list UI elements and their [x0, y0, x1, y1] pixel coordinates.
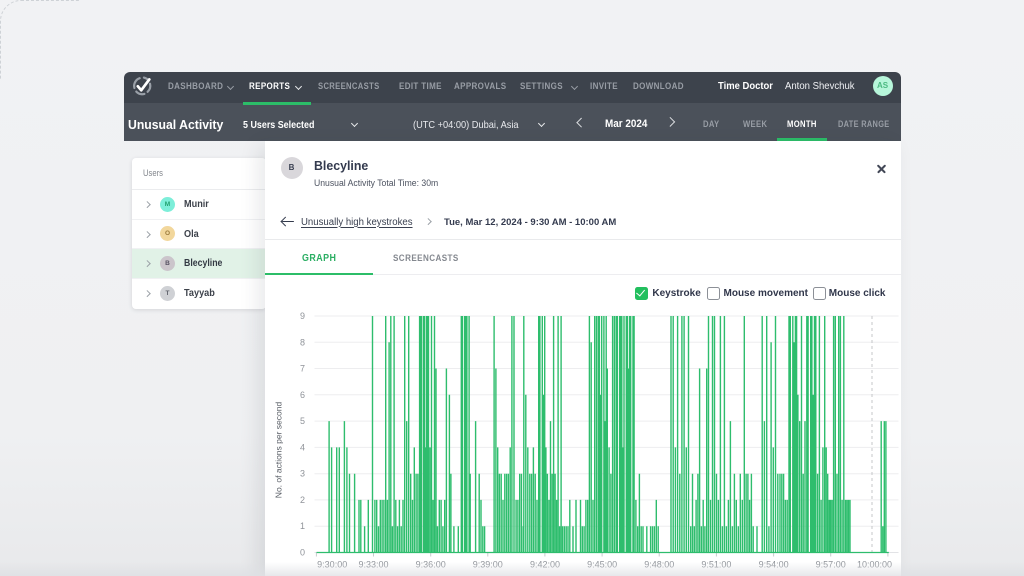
svg-text:9: 9	[299, 311, 304, 321]
svg-text:4: 4	[299, 442, 304, 452]
svg-text:No. of actions per second: No. of actions per second	[273, 402, 283, 499]
svg-text:2: 2	[299, 495, 304, 505]
svg-text:1: 1	[299, 521, 304, 531]
svg-text:0: 0	[299, 548, 304, 558]
svg-text:3: 3	[299, 469, 304, 479]
svg-text:7: 7	[299, 364, 304, 374]
svg-text:6: 6	[299, 390, 304, 400]
svg-text:5: 5	[299, 416, 304, 426]
svg-text:8: 8	[299, 337, 304, 347]
